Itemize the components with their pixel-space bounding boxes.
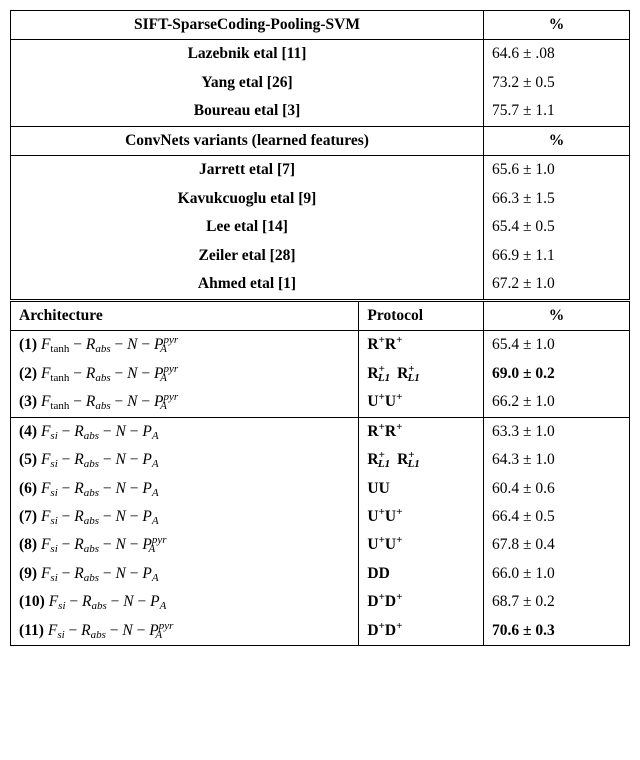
g2-r0-value: 63.3 ± 1.0 — [484, 417, 630, 446]
s1-row2-value: 75.7 ± 1.1 — [484, 97, 630, 126]
g2-r0-arch: (4) Fsi − Rabs − N − PA — [11, 417, 359, 446]
g2-r7-value: 70.6 ± 0.3 — [484, 617, 630, 646]
s1-row0-method: Lazebnik etal [11] — [11, 40, 484, 69]
full-header-c2: Protocol — [359, 300, 484, 330]
g2-r5-value: 66.0 ± 1.0 — [484, 560, 630, 588]
g1-r1-proto: R+L1R+L1 — [359, 360, 484, 388]
section2-header-label: ConvNets variants (learned features) — [11, 126, 484, 155]
s1-row1-value: 73.2 ± 0.5 — [484, 69, 630, 97]
s2-row1-method: Kavukcuoglu etal [9] — [11, 185, 484, 213]
g2-r4-value: 67.8 ± 0.4 — [484, 531, 630, 559]
s1-row2-method: Boureau etal [3] — [11, 97, 484, 126]
g2-r2-proto: UU — [359, 475, 484, 503]
g1-r2-arch: (3) Ftanh − Rabs − N − PpyrA — [11, 388, 359, 417]
g1-r1-arch: (2) Ftanh − Rabs − N − PpyrA — [11, 360, 359, 388]
s1-row1-method: Yang etal [26] — [11, 69, 484, 97]
g2-r5-proto: DD — [359, 560, 484, 588]
g2-r5-arch: (9) Fsi − Rabs − N − PA — [11, 560, 359, 588]
s1-row0-value: 64.6 ± .08 — [484, 40, 630, 69]
s2-row4-value: 67.2 ± 1.0 — [484, 270, 630, 300]
g2-r1-arch: (5) Fsi − Rabs − N − PA — [11, 446, 359, 474]
s2-row2-method: Lee etal [14] — [11, 213, 484, 241]
s2-row0-method: Jarrett etal [7] — [11, 156, 484, 185]
s2-row0-value: 65.6 ± 1.0 — [484, 156, 630, 185]
g1-r0-proto: R+R+ — [359, 331, 484, 360]
section1-header-metric: % — [484, 11, 630, 40]
g2-r3-arch: (7) Fsi − Rabs − N − PA — [11, 503, 359, 531]
g1-r2-value: 66.2 ± 1.0 — [484, 388, 630, 417]
g2-r4-arch: (8) Fsi − Rabs − N − PpyrA — [11, 531, 359, 559]
g2-r3-value: 66.4 ± 0.5 — [484, 503, 630, 531]
g2-r2-arch: (6) Fsi − Rabs − N − PA — [11, 475, 359, 503]
g2-r0-proto: R+R+ — [359, 417, 484, 446]
g1-r0-arch: (1) Ftanh − Rabs − N − PpyrA — [11, 331, 359, 360]
section1-header-label: SIFT-SparseCoding-Pooling-SVM — [11, 11, 484, 40]
g1-r1-value: 69.0 ± 0.2 — [484, 360, 630, 388]
g2-r6-arch: (10) Fsi − Rabs − N − PA — [11, 588, 359, 616]
s2-row2-value: 65.4 ± 0.5 — [484, 213, 630, 241]
g2-r7-proto: D+D+ — [359, 617, 484, 646]
full-header-c3: % — [484, 300, 630, 330]
s2-row4-method: Ahmed etal [1] — [11, 270, 484, 300]
full-header-c1: Architecture — [11, 300, 359, 330]
g2-r2-value: 60.4 ± 0.6 — [484, 475, 630, 503]
g1-r2-proto: U+U+ — [359, 388, 484, 417]
s2-row3-method: Zeiler etal [28] — [11, 242, 484, 270]
section2-header-metric: % — [484, 126, 630, 155]
g2-r1-value: 64.3 ± 1.0 — [484, 446, 630, 474]
results-table: SIFT-SparseCoding-Pooling-SVM % Lazebnik… — [10, 10, 630, 646]
s2-row1-value: 66.3 ± 1.5 — [484, 185, 630, 213]
g2-r6-value: 68.7 ± 0.2 — [484, 588, 630, 616]
g2-r6-proto: D+D+ — [359, 588, 484, 616]
g2-r7-arch: (11) Fsi − Rabs − N − PpyrA — [11, 617, 359, 646]
g1-r0-value: 65.4 ± 1.0 — [484, 331, 630, 360]
g2-r1-proto: R+L1R+L1 — [359, 446, 484, 474]
s2-row3-value: 66.9 ± 1.1 — [484, 242, 630, 270]
g2-r4-proto: U+U+ — [359, 531, 484, 559]
g2-r3-proto: U+U+ — [359, 503, 484, 531]
